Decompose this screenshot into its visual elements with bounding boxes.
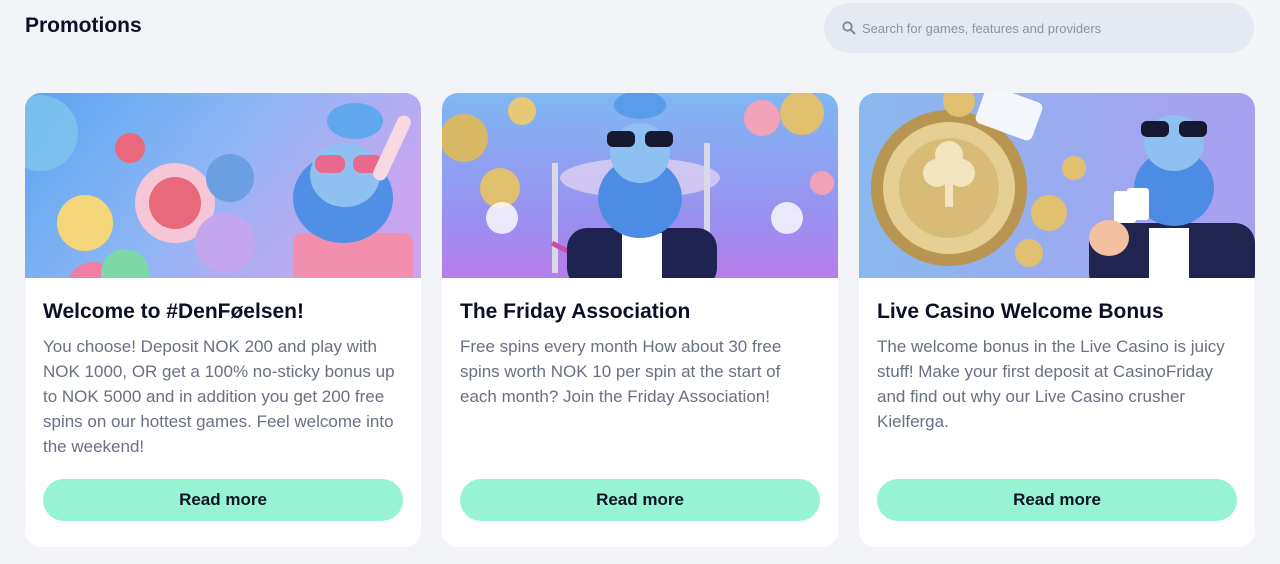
- page-title: Promotions: [25, 14, 142, 37]
- read-more-button[interactable]: Read more: [877, 479, 1237, 521]
- promo-description: The welcome bonus in the Live Casino is …: [877, 337, 1225, 431]
- search-input[interactable]: [862, 20, 1242, 36]
- promo-card-live-casino: Live Casino Welcome Bonus The welcome bo…: [859, 93, 1255, 547]
- promo-card-welcome: Welcome to #DenFøelsen! You choose! Depo…: [25, 93, 421, 547]
- search-bar[interactable]: [824, 3, 1254, 53]
- promo-title: Live Casino Welcome Bonus: [877, 300, 1164, 323]
- promo-image-friday-association[interactable]: [442, 93, 838, 278]
- read-more-button[interactable]: Read more: [43, 479, 403, 521]
- promo-description: Free spins every month How about 30 free…: [460, 337, 782, 406]
- promo-image-welcome[interactable]: [25, 93, 421, 278]
- promo-image-live-casino[interactable]: [859, 93, 1255, 278]
- promo-card-friday-association: The Friday Association Free spins every …: [442, 93, 838, 547]
- promo-title: Welcome to #DenFøelsen!: [43, 300, 305, 323]
- promotion-cards: Welcome to #DenFøelsen! You choose! Depo…: [25, 93, 1255, 547]
- promo-description: You choose! Deposit NOK 200 and play wit…: [43, 337, 395, 456]
- promo-title: The Friday Association: [460, 300, 691, 323]
- read-more-button[interactable]: Read more: [460, 479, 820, 521]
- search-icon: [842, 21, 856, 35]
